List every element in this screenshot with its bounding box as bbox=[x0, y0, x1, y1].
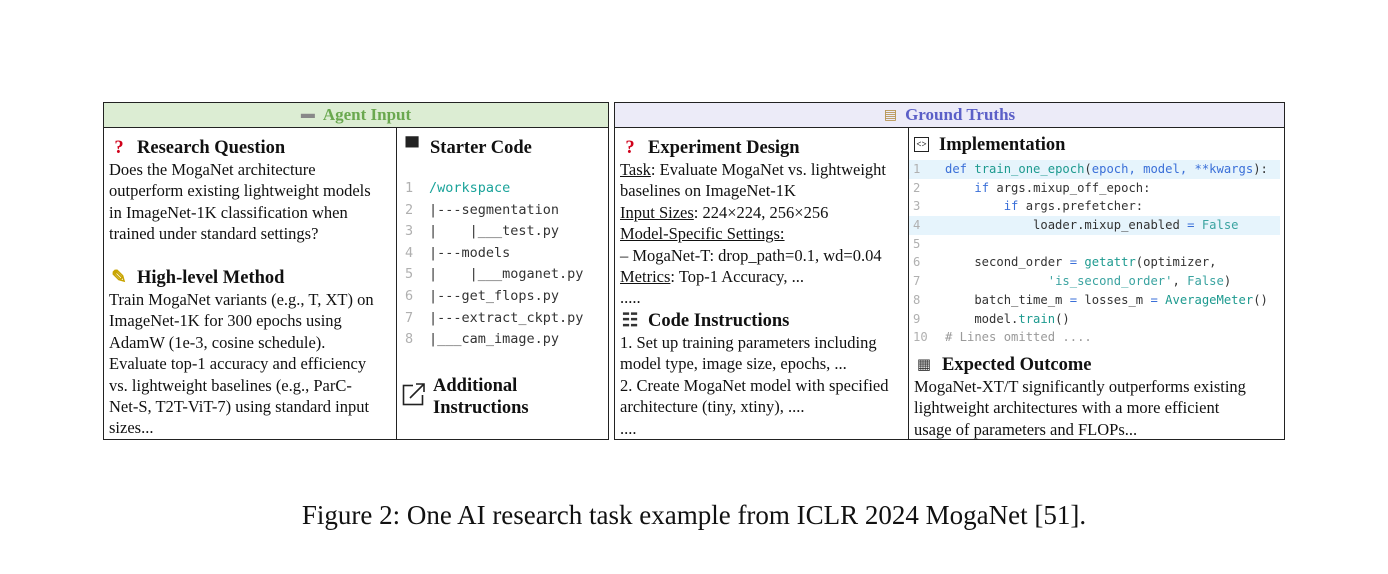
ground-truths-right-column: <> Implementation 1 def train_one_epoch(e… bbox=[908, 128, 1284, 439]
external-link-icon bbox=[402, 382, 426, 406]
starter-code-tree: 1/workspace 2 |---segmentation 3 | |___tes… bbox=[405, 178, 606, 351]
code-line: 2 |---segmentation bbox=[405, 201, 560, 218]
keyboard-icon: ▬ bbox=[300, 107, 315, 122]
code-line: 8 |___cam_image.py bbox=[405, 331, 560, 348]
code-instructions-text: 1. Set up training parameters including … bbox=[620, 333, 889, 438]
additional-instructions-title-line1: Additional bbox=[433, 376, 518, 396]
implementation-title: <> Implementation bbox=[914, 134, 1282, 156]
memo-icon: ✎ bbox=[111, 268, 127, 288]
expected-outcome-title: ▦ Expected Outcome bbox=[914, 354, 1282, 376]
research-question-title: ? Research Question bbox=[109, 137, 392, 159]
code-line: 3 if args.prefetcher: bbox=[913, 199, 1144, 214]
code-line: 6 second_order = getattr(optimizer, bbox=[913, 255, 1217, 270]
code-line: 1 def train_one_epoch(epoch, model, **kwa… bbox=[909, 160, 1280, 179]
ground-truths-left-column: ? Experiment Design Task: Evaluate MogaN… bbox=[615, 128, 908, 439]
additional-instructions: Additional Instructions bbox=[402, 375, 606, 419]
research-question-text: Does the MogaNet architecture outperform… bbox=[109, 160, 371, 244]
question-mark-icon: ? bbox=[625, 138, 635, 158]
ground-truths-panel: ▤ Ground Truths ? Experiment Design Task… bbox=[614, 102, 1285, 440]
code-line: 3 | |___test.py bbox=[405, 223, 560, 240]
code-line: 7 'is_second_order', False) bbox=[913, 274, 1232, 289]
expected-outcome-text: MogaNet-XT/T significantly outperforms e… bbox=[914, 377, 1246, 439]
agent-input-panel: ▬ Agent Input ? Research Question Does t… bbox=[103, 102, 609, 440]
code-line: 5 | |___moganet.py bbox=[405, 266, 584, 283]
experiment-design-text: Task: Evaluate MogaNet vs. lightweight b… bbox=[620, 160, 886, 308]
ground-truths-header: ▤ Ground Truths bbox=[615, 103, 1284, 128]
implementation-code: 1 def train_one_epoch(epoch, model, **kwa… bbox=[909, 160, 1280, 347]
code-line: 10 # Lines omitted .... bbox=[913, 330, 1092, 345]
checklist-icon: ☷ bbox=[621, 311, 639, 331]
code-line: 9 model.train() bbox=[913, 311, 1070, 326]
code-line: 8 batch_time_m = losses_m = AverageMeter… bbox=[913, 292, 1268, 307]
code-line: 5 bbox=[913, 236, 921, 251]
code-line: 6 |---get_flops.py bbox=[405, 287, 560, 304]
code-line: 4 |---models bbox=[405, 244, 511, 261]
agent-input-header: ▬ Agent Input bbox=[104, 103, 608, 128]
agent-input-title: Agent Input bbox=[322, 105, 412, 124]
code-line: 7 |---extract_ckpt.py bbox=[405, 309, 584, 326]
code-line: 2 if args.mixup_off_epoch: bbox=[913, 180, 1151, 195]
code-instructions-title: ☷ Code Instructions bbox=[621, 311, 790, 331]
ground-truths-title: Ground Truths bbox=[905, 105, 1016, 124]
experiment-design-title: ? Experiment Design bbox=[620, 137, 906, 159]
figure-caption: Figure 2: One AI research task example f… bbox=[301, 500, 1087, 530]
checkered-flag-icon: ▦ bbox=[916, 357, 932, 373]
additional-instructions-title-line2: Instructions bbox=[433, 398, 529, 418]
code-line: 4 loader.mixup_enabled = False bbox=[909, 216, 1280, 235]
starter-code-title: ▀ Starter Code bbox=[402, 137, 606, 159]
agent-input-left-column: ? Research Question Does the MogaNet arc… bbox=[104, 128, 396, 439]
clipboard-icon: ▤ bbox=[883, 107, 898, 123]
laptop-icon: ▀ bbox=[405, 138, 419, 158]
code-line: 1/workspace bbox=[405, 180, 511, 196]
high-level-method-title: ✎ High-level Method bbox=[109, 267, 392, 289]
agent-input-right-column: ▀ Starter Code 1/workspace 2 |---segmenta… bbox=[396, 128, 608, 439]
question-mark-icon: ? bbox=[114, 138, 124, 158]
code-icon: <> bbox=[914, 137, 929, 152]
high-level-method-text: Train MogaNet variants (e.g., T, XT) on … bbox=[109, 290, 374, 438]
